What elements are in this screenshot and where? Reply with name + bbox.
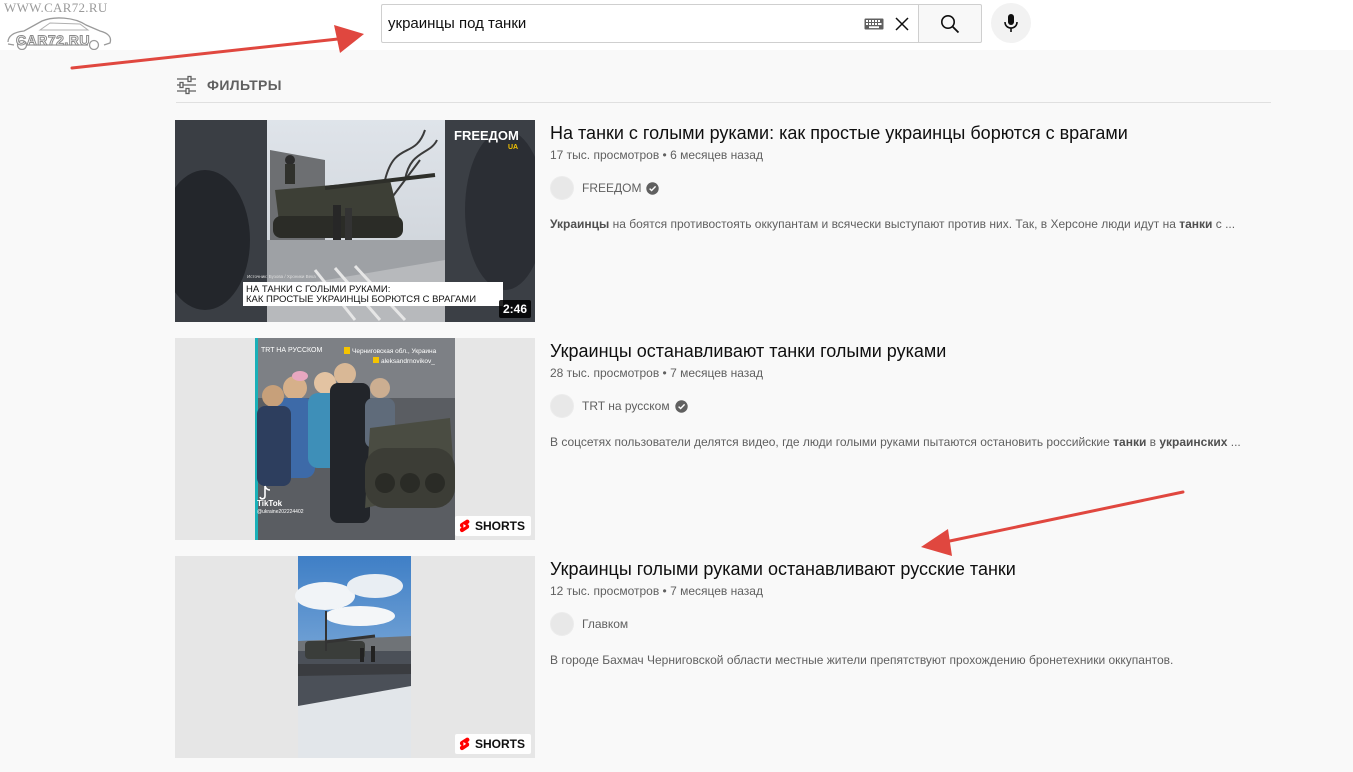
desc-text: В городе Бахмач Черниговской области мес… <box>550 653 1174 667</box>
video-result[interactable]: TRT НА РУССКОМ Черниговская обл., Украин… <box>175 338 1275 540</box>
thumbnail-logo-sub: UA <box>508 144 518 151</box>
video-result[interactable]: FREEДОМ UA Источник: Бузова / Хроники Ве… <box>175 120 1275 322</box>
video-description: В городе Бахмач Черниговской области мес… <box>550 651 1275 669</box>
shorts-icon <box>459 519 470 533</box>
channel-avatar[interactable] <box>550 612 574 636</box>
video-description: В соцсетях пользователи делятся видео, г… <box>550 433 1275 451</box>
top-bar: WWW.CAR72.RU CAR72.RU <box>0 0 1353 50</box>
thumbnail-source: Источник: Бузова / Хроники Века <box>247 274 316 279</box>
video-meta: 28 тыс. просмотров • 7 месяцев назад <box>550 366 763 380</box>
shorts-icon <box>459 737 470 751</box>
video-result[interactable]: SHORTS Украинцы голыми руками останавлив… <box>175 556 1275 758</box>
filters-label: ФИЛЬТРЫ <box>207 77 282 93</box>
keyboard-icon[interactable] <box>864 18 884 30</box>
desc-highlight: Украинцы <box>550 217 610 231</box>
shorts-label: SHORTS <box>474 737 525 751</box>
duration-badge: 2:46 <box>498 300 531 318</box>
watermark: WWW.CAR72.RU CAR72.RU <box>4 0 134 50</box>
upload-age: 6 месяцев назад <box>670 148 763 162</box>
filters-button[interactable]: ФИЛЬТРЫ <box>176 74 282 96</box>
tiktok-user: @ukraine202224402 <box>257 509 304 515</box>
watermark-name: CAR72.RU <box>15 32 91 49</box>
voice-search-button[interactable] <box>991 3 1031 43</box>
channel-name[interactable]: Главком <box>582 617 628 631</box>
view-count: 12 тыс. просмотров <box>550 584 660 598</box>
clear-icon[interactable] <box>893 15 911 33</box>
channel-link[interactable]: Главком <box>550 612 1275 636</box>
desc-highlight: танки <box>1113 435 1147 449</box>
view-count: 17 тыс. просмотров <box>550 148 660 162</box>
thumbnail-image: FREEДОМ UA Источник: Бузова / Хроники Ве… <box>175 120 535 322</box>
filter-sliders-icon <box>177 75 196 95</box>
thumbnail-tag: TRT НА РУССКОМ <box>261 347 322 354</box>
search-button[interactable] <box>918 4 982 43</box>
desc-text: ... <box>1227 435 1241 449</box>
search-box[interactable] <box>381 4 919 43</box>
desc-text: в <box>1146 435 1160 449</box>
video-title[interactable]: Украинцы останавливают танки голыми рука… <box>550 338 1275 364</box>
desc-text: В соцсетях пользователи делятся видео, г… <box>550 435 1114 449</box>
channel-link[interactable]: FREEДОМ <box>550 176 1275 200</box>
video-info: Украинцы останавливают танки голыми рука… <box>550 338 1275 451</box>
thumbnail-image: TRT НА РУССКОМ Черниговская обл., Украин… <box>175 338 535 540</box>
search-icon <box>941 14 960 33</box>
video-description: Украинцы на боятся противостоять оккупан… <box>550 215 1275 233</box>
thumbnail-logo: FREEДОМ <box>454 128 519 143</box>
desc-text: с ... <box>1212 217 1236 231</box>
thumbnail-caption-line2: КАК ПРОСТЫЕ УКРАИНЦЫ БОРЮТСЯ С ВРАГАМИ <box>246 294 476 305</box>
thumbnail-image <box>175 556 535 758</box>
shorts-badge: SHORTS <box>454 516 531 536</box>
divider <box>176 102 1271 103</box>
tiktok-label: TikTok <box>257 499 283 508</box>
search-input[interactable] <box>388 5 848 42</box>
channel-name[interactable]: FREEДОМ <box>582 181 641 195</box>
channel-name[interactable]: TRT на русском <box>582 399 670 413</box>
verified-check-icon <box>646 181 660 195</box>
shorts-label: SHORTS <box>474 519 525 533</box>
desc-highlight: украинских <box>1159 435 1228 449</box>
desc-text: на боятся противостоять оккупантам и вся… <box>609 217 1180 231</box>
thumbnail-location: Черниговская обл., Украина <box>352 347 437 355</box>
video-meta: 12 тыс. просмотров • 7 месяцев назад <box>550 584 763 598</box>
upload-age: 7 месяцев назад <box>670 366 763 380</box>
video-meta: 17 тыс. просмотров • 6 месяцев назад <box>550 148 763 162</box>
microphone-icon <box>1004 14 1018 32</box>
thumbnail-user: aleksandrnovikov_ <box>381 358 435 365</box>
video-info: На танки с голыми руками: как простые ук… <box>550 120 1275 233</box>
shorts-badge: SHORTS <box>454 734 531 754</box>
video-title[interactable]: На танки с голыми руками: как простые ук… <box>550 120 1275 146</box>
channel-avatar[interactable] <box>550 394 574 418</box>
video-info: Украинцы голыми руками останавливают рус… <box>550 556 1275 669</box>
video-thumbnail[interactable]: TRT НА РУССКОМ Черниговская обл., Украин… <box>175 338 535 540</box>
channel-avatar[interactable] <box>550 176 574 200</box>
channel-link[interactable]: TRT на русском <box>550 394 1275 418</box>
video-thumbnail[interactable]: FREEДОМ UA Источник: Бузова / Хроники Ве… <box>175 120 535 322</box>
video-thumbnail[interactable]: SHORTS <box>175 556 535 758</box>
view-count: 28 тыс. просмотров <box>550 366 660 380</box>
video-title[interactable]: Украинцы голыми руками останавливают рус… <box>550 556 1275 582</box>
verified-check-icon <box>674 399 688 413</box>
desc-highlight: танки <box>1179 217 1213 231</box>
upload-age: 7 месяцев назад <box>670 584 763 598</box>
